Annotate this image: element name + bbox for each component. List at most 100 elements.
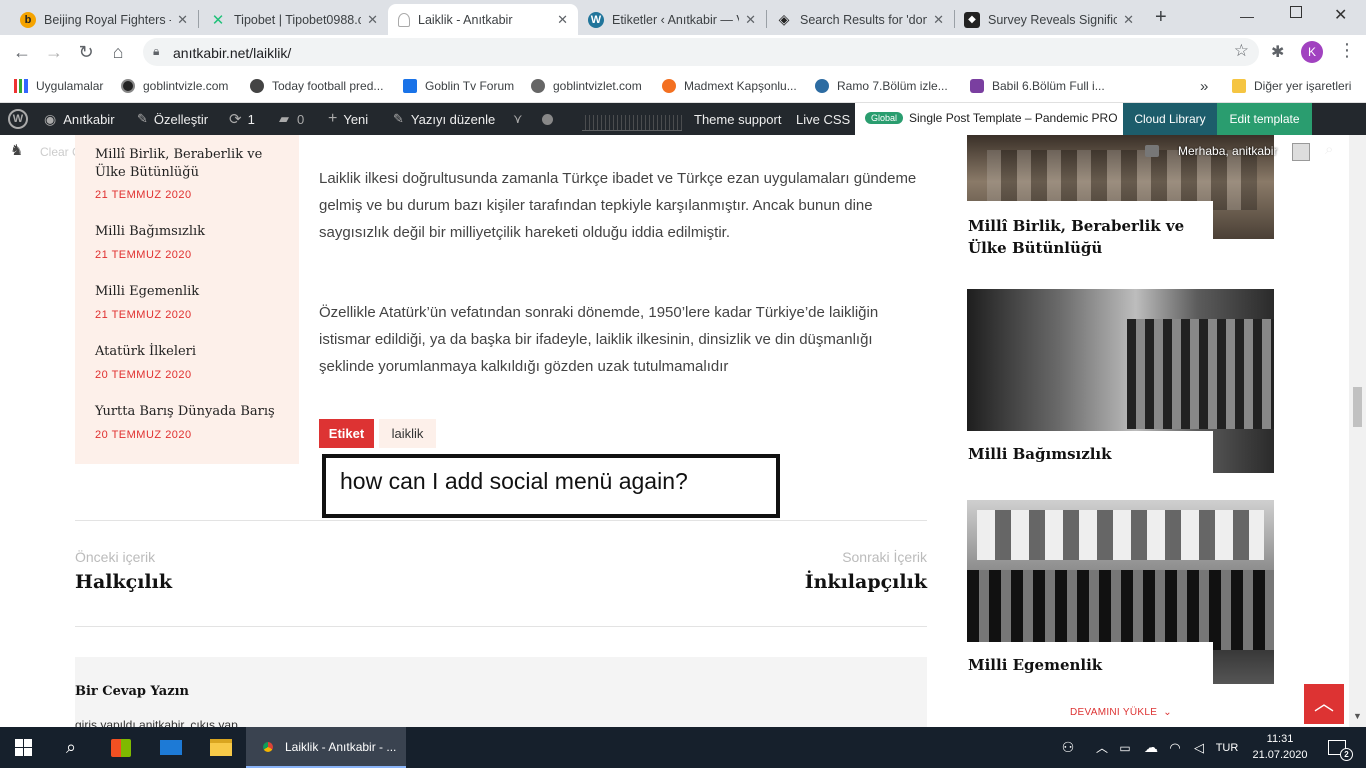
madmext-icon (662, 79, 676, 93)
recent-post-title[interactable]: Milli Egemenlik (95, 284, 199, 299)
recent-post-title[interactable]: Yurtta Barış Dünyada Barış (95, 404, 275, 419)
bookmark-goblintvizlet[interactable]: goblintvizlet.com (531, 77, 642, 95)
tab-etiketler[interactable]: W Etiketler ‹ Anıtkabir — V ✕ (578, 4, 766, 35)
minimize-button[interactable]: — (1240, 8, 1254, 24)
recent-post-title[interactable]: Atatürk İlkeleri (95, 344, 196, 359)
maximize-button[interactable] (1290, 6, 1302, 18)
admin-site-name[interactable]: ◉ Anıtkabir (44, 103, 115, 135)
search-icon[interactable]: ⌕ (1325, 141, 1333, 158)
admin-edit-post[interactable]: ✎ Yazıyı düzenle (393, 103, 495, 135)
scrollbar-thumb[interactable] (1353, 387, 1362, 427)
admin-comments[interactable]: ▰ 0 (279, 103, 304, 135)
prev-post-link[interactable]: Halkçılık (75, 571, 172, 593)
wifi-icon[interactable]: ◠ (1166, 727, 1184, 768)
tab-label: Beijing Royal Fighters - (44, 12, 172, 27)
search-icon[interactable]: ⌕ (48, 727, 94, 768)
admin-updates[interactable]: ⟳ 1 (229, 103, 255, 135)
clock-time: 11:31 (1266, 733, 1294, 745)
bookmark-ramo[interactable]: Ramo 7.Bölüm izle... (815, 77, 948, 95)
site-icon (815, 79, 829, 93)
close-tab-icon[interactable]: ✕ (177, 12, 188, 28)
extensions-icon[interactable]: ✱ (1271, 42, 1284, 62)
tab-laiklik[interactable]: Laiklik - Anıtkabir ✕ (388, 4, 578, 35)
star-icon[interactable]: ☆ (1234, 41, 1249, 61)
recent-post-title[interactable]: Milli Bağımsızlık (95, 224, 205, 239)
sidebar-post-title[interactable]: Milli Egemenlik (968, 656, 1102, 674)
menu-dots-icon[interactable]: ⋮ (1338, 40, 1356, 61)
bookmark-label: Madmext Kapşonlu... (684, 79, 797, 93)
scroll-down-arrow-icon[interactable]: ▼ (1353, 711, 1362, 721)
next-post-link[interactable]: İnkılapçılık (727, 571, 927, 593)
scrollbar-track[interactable]: ▼ (1349, 135, 1366, 727)
soccer-ball-icon (250, 79, 264, 93)
customize-label: Özelleştir (153, 111, 209, 127)
more-bookmarks-icon[interactable]: » (1200, 77, 1208, 95)
site-icon (970, 79, 984, 93)
forward-arrow-icon[interactable]: → (44, 42, 64, 62)
sidebar-post-title[interactable]: Millî Birlik, Beraberlik ve Ülke Bütünlü… (968, 215, 1198, 259)
reload-icon[interactable]: ↻ (76, 42, 96, 62)
people-icon[interactable]: ⚇ (1057, 727, 1079, 768)
windows-start-icon[interactable] (0, 727, 46, 768)
close-tab-icon[interactable]: ✕ (933, 12, 944, 28)
close-tab-icon[interactable]: ✕ (557, 12, 568, 28)
edit-template-button[interactable]: Edit template (1217, 103, 1312, 135)
load-more-button[interactable]: DEVAMINI YÜKLE ⌄ (1070, 707, 1172, 718)
tab-search-results[interactable]: ◈ Search Results for 'dont ✕ (766, 4, 954, 35)
address-bar[interactable]: 🔒︎ anıtkabir.net/laiklik/ ☆ (143, 38, 1259, 66)
template-name: Single Post Template – Pandemic PRO (909, 111, 1118, 125)
other-bookmarks[interactable]: Diğer yer işaretleri (1232, 77, 1351, 95)
new-tab-button[interactable]: + (1155, 6, 1167, 29)
divider (75, 520, 927, 521)
tag-label-badge: Etiket (319, 419, 374, 448)
logged-in-text[interactable]: giriş yapıldı anitkabir. çıkış yap (75, 718, 238, 727)
yoast-icon[interactable]: ⋎ (513, 103, 523, 135)
close-tab-icon[interactable]: ✕ (745, 12, 756, 28)
updates-count: 1 (247, 111, 255, 127)
taskbar-chrome-window[interactable]: Laiklik - Anıtkabir - ... (246, 727, 406, 768)
admin-customize[interactable]: ✎ Özelleştir (137, 103, 208, 135)
notification-center-icon[interactable]: 2 (1322, 727, 1353, 768)
template-selector[interactable]: Global Single Post Template – Pandemic P… (855, 103, 1123, 135)
tab-tipobet[interactable]: ✕ Tipobet | Tipobet0988.c ✕ (200, 4, 388, 35)
bookmark-goblintvizle[interactable]: goblintvizle.com (121, 77, 228, 95)
tab-survey[interactable]: ◆ Survey Reveals Significa ✕ (954, 4, 1144, 35)
cloud-library-button[interactable]: Cloud Library (1123, 103, 1217, 135)
bookmark-babil[interactable]: Babil 6.Bölüm Full i... (970, 77, 1105, 95)
bookmark-label: goblintvizle.com (143, 79, 229, 93)
onedrive-icon[interactable]: ☁ (1140, 727, 1162, 768)
store-icon[interactable] (98, 727, 144, 768)
browser-toolbar: ← → ↻ ⌂ 🔒︎ anıtkabir.net/laiklik/ ☆ ✱ K … (0, 35, 1366, 69)
bookmark-label: Goblin Tv Forum (425, 79, 515, 93)
admin-new[interactable]: + Yeni (328, 103, 368, 135)
close-window-button[interactable]: ✕ (1334, 5, 1347, 25)
bookmark-goblin-forum[interactable]: Goblin Tv Forum (403, 77, 514, 95)
recent-post-title[interactable]: Millî Birlik, Beraberlik ve Ülke Bütünlü… (95, 146, 275, 182)
profile-avatar[interactable]: K (1301, 41, 1323, 63)
back-arrow-icon[interactable]: ← (12, 42, 32, 62)
volume-icon[interactable]: ◁ (1190, 727, 1208, 768)
tag-link[interactable]: laiklik (379, 419, 436, 448)
sidebar-post-title[interactable]: Milli Bağımsızlık (968, 445, 1112, 463)
language-indicator[interactable]: TUR (1212, 727, 1242, 768)
live-css-link[interactable]: Live CSS (796, 103, 850, 135)
edit-post-label: Yazıyı düzenle (410, 111, 496, 127)
diamond-logo-icon: ◈ (778, 11, 790, 27)
admin-account-menu[interactable]: Merhaba, anitkabir ⌕ (1140, 141, 1360, 165)
home-icon[interactable]: ⌂ (108, 42, 128, 62)
mail-icon[interactable] (148, 727, 194, 768)
close-tab-icon[interactable]: ✕ (367, 12, 378, 28)
wordpress-logo-icon[interactable]: W (8, 103, 28, 135)
theme-support-link[interactable]: Theme support (694, 103, 781, 135)
bookmark-football[interactable]: Today football pred... (250, 77, 383, 95)
tray-expand-icon[interactable]: ︿ (1094, 727, 1110, 768)
page-content: ♞ Clear Cache Millî Birlik, Beraberlik v… (0, 135, 1366, 727)
close-tab-icon[interactable]: ✕ (1123, 12, 1134, 28)
file-explorer-icon[interactable] (198, 727, 244, 768)
bookmark-madmext[interactable]: Madmext Kapşonlu... (662, 77, 797, 95)
back-to-top-button[interactable]: ︿ (1304, 684, 1344, 724)
battery-icon[interactable]: ▭ (1116, 727, 1134, 768)
bookmark-apps[interactable]: Uygulamalar (14, 77, 103, 95)
clock[interactable]: 11:31 21.07.2020 (1250, 731, 1310, 763)
tab-beijing[interactable]: b Beijing Royal Fighters - ✕ (10, 4, 198, 35)
